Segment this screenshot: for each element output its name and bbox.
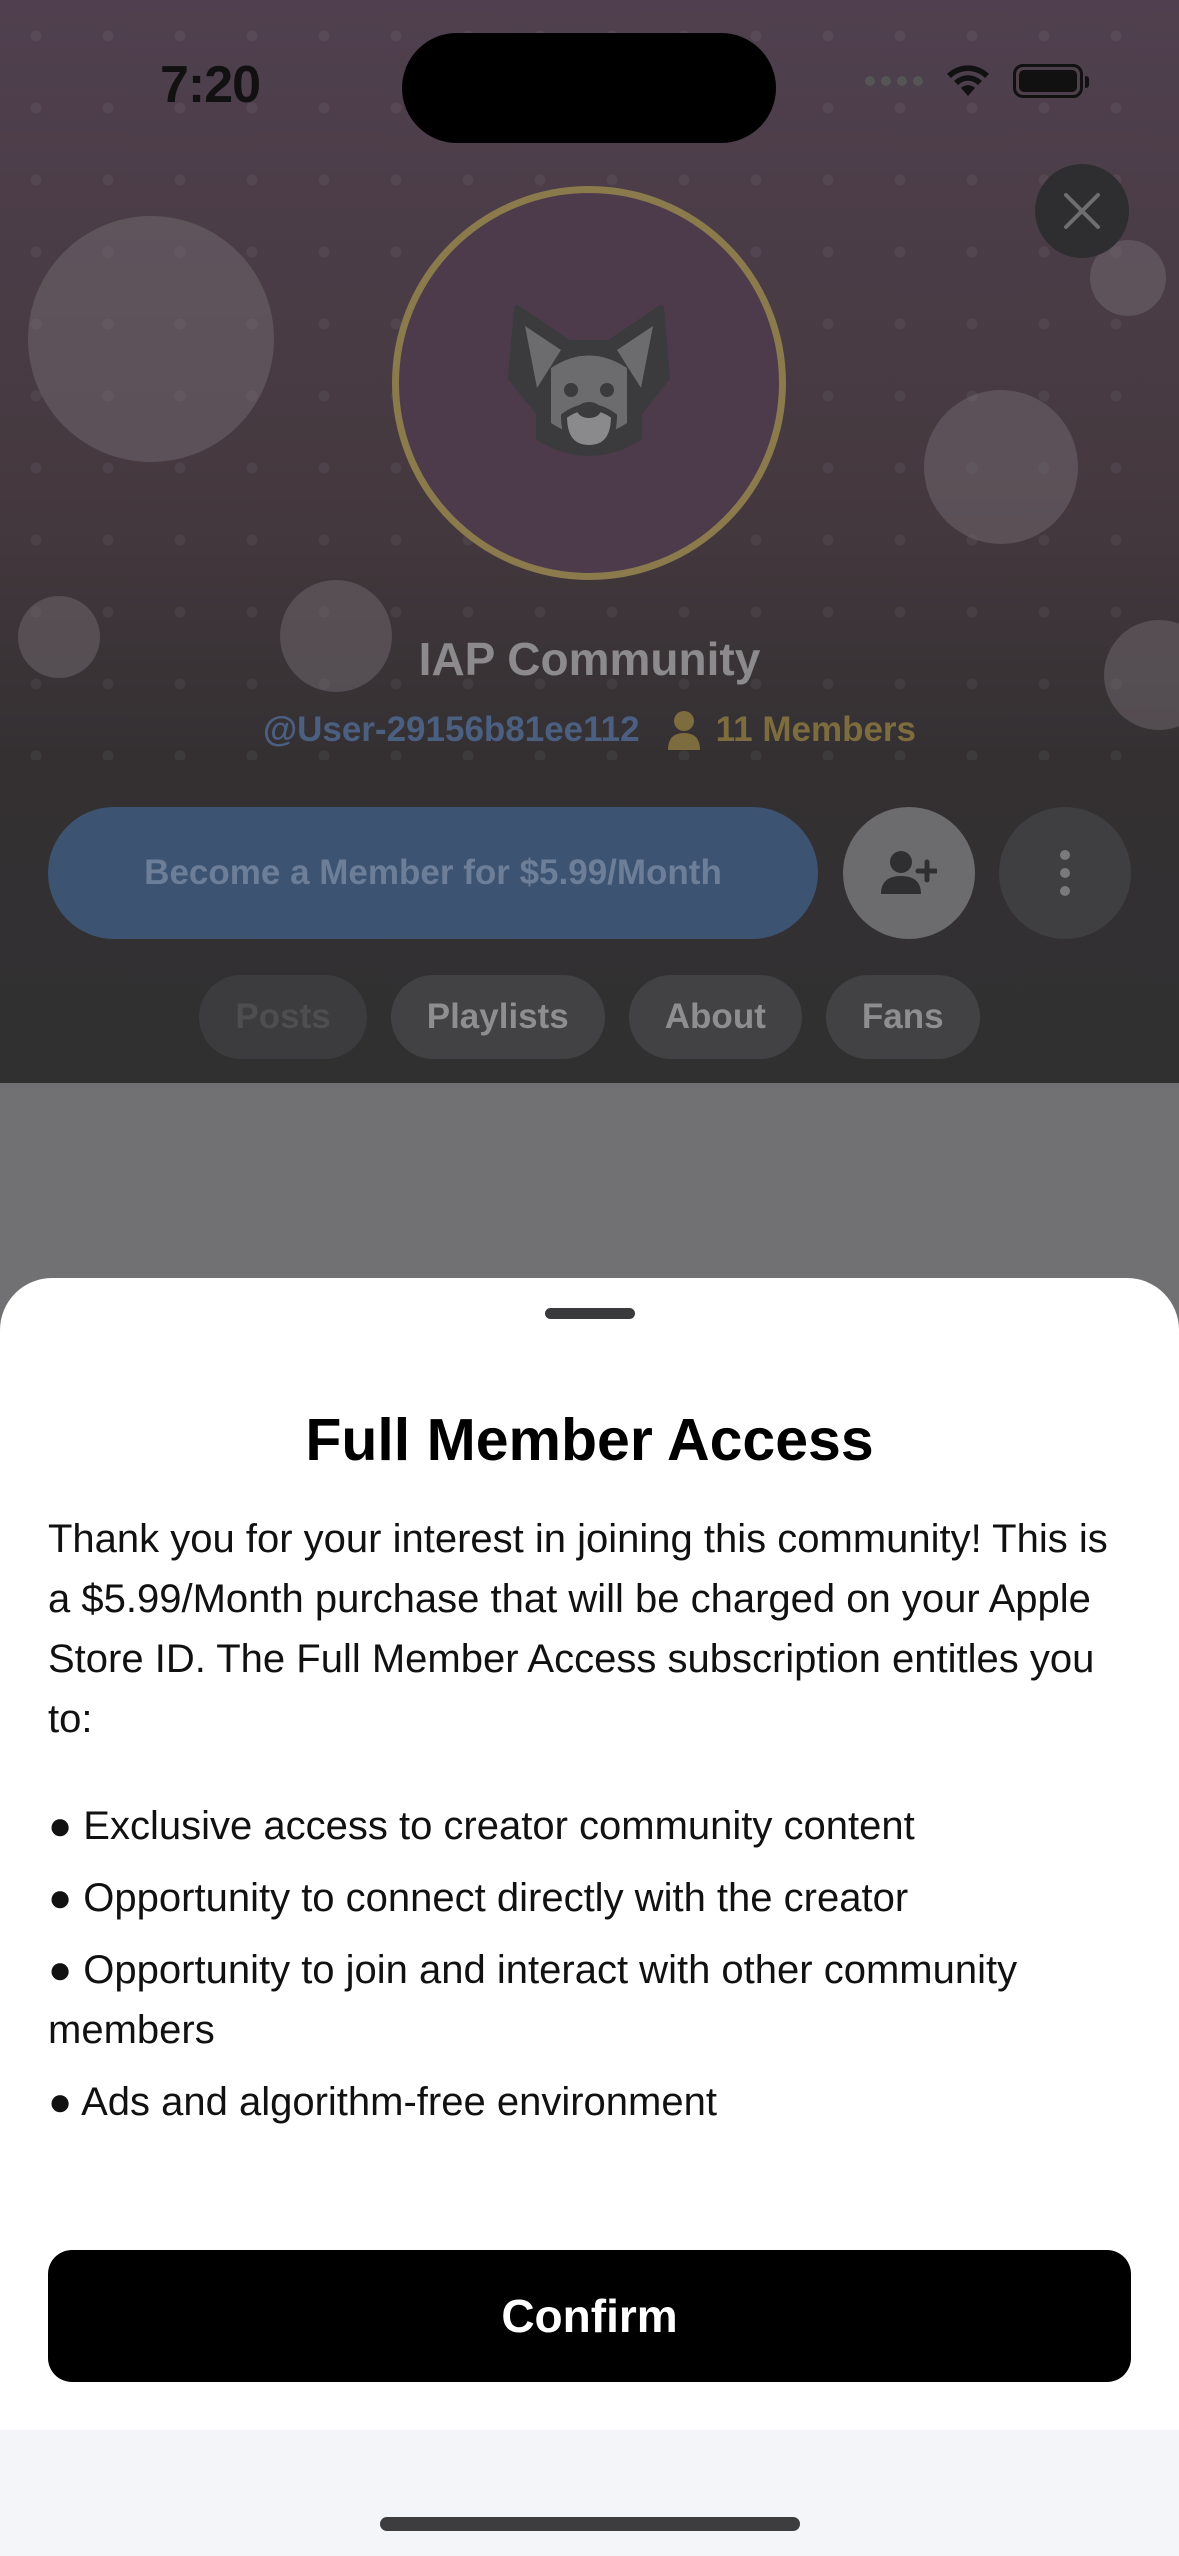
list-item: ● Opportunity to join and interact with … bbox=[48, 1940, 1138, 2060]
add-friend-button[interactable] bbox=[843, 807, 975, 939]
more-vertical-icon bbox=[1060, 850, 1070, 896]
dog-icon bbox=[508, 305, 670, 456]
person-icon bbox=[667, 711, 700, 750]
screen: 7:20 IAP Community @User-29156b81ee112 1… bbox=[0, 0, 1179, 2556]
wifi-icon bbox=[947, 65, 989, 96]
tab-fans[interactable]: Fans bbox=[825, 975, 980, 1059]
tab-playlists[interactable]: Playlists bbox=[390, 975, 605, 1059]
close-button[interactable] bbox=[1035, 164, 1129, 258]
community-header: 7:20 IAP Community @User-29156b81ee112 1… bbox=[0, 0, 1179, 1083]
sheet-description: Thank you for your interest in joining t… bbox=[48, 1517, 1108, 1741]
bullet-glyph: ● bbox=[48, 1804, 73, 1848]
home-indicator[interactable] bbox=[380, 2517, 800, 2531]
community-name: IAP Community bbox=[418, 633, 761, 685]
benefits-list: ● Exclusive access to creator community … bbox=[48, 1796, 1138, 2144]
membership-sheet: Full Member Access Thank you for your in… bbox=[0, 1278, 1179, 2556]
list-item: ● Exclusive access to creator community … bbox=[48, 1796, 1138, 1856]
bullet-glyph: ● bbox=[48, 1876, 73, 1920]
sheet-title: Full Member Access bbox=[305, 1407, 874, 1473]
add-user-icon bbox=[881, 851, 937, 894]
creator-username-link[interactable]: @User-29156b81ee112 bbox=[263, 710, 640, 750]
decor-bubble bbox=[28, 216, 274, 462]
bullet-glyph: ● bbox=[48, 1948, 73, 1992]
benefit-text: Opportunity to join and interact with ot… bbox=[48, 1948, 1018, 2052]
benefit-text: Exclusive access to creator community co… bbox=[83, 1804, 915, 1848]
community-meta: @User-29156b81ee112 11 Members bbox=[0, 710, 1179, 750]
decor-bubble bbox=[924, 390, 1078, 544]
signal-icon bbox=[865, 76, 923, 86]
list-item: ● Ads and algorithm-free environment bbox=[48, 2072, 1138, 2132]
tab-posts[interactable]: Posts bbox=[199, 975, 367, 1059]
members-count[interactable]: 11 Members bbox=[666, 710, 916, 750]
bullet-glyph: ● bbox=[48, 2080, 73, 2124]
community-tabs: Posts Playlists About Fans bbox=[0, 975, 1179, 1059]
list-item: ● Opportunity to connect directly with t… bbox=[48, 1868, 1138, 1928]
confirm-button[interactable]: Confirm bbox=[48, 2250, 1131, 2382]
more-options-button[interactable] bbox=[999, 807, 1131, 939]
become-member-button[interactable]: Become a Member for $5.99/Month bbox=[48, 807, 818, 939]
status-icons bbox=[865, 64, 1089, 98]
benefit-text: Ads and algorithm-free environment bbox=[81, 2080, 717, 2124]
close-icon bbox=[1064, 193, 1100, 229]
members-label: 11 Members bbox=[715, 710, 917, 749]
battery-icon bbox=[1013, 64, 1089, 98]
community-avatar bbox=[392, 186, 786, 580]
sheet-grabber[interactable] bbox=[545, 1308, 635, 1319]
dynamic-island bbox=[402, 33, 776, 143]
benefit-text: Opportunity to connect directly with the… bbox=[83, 1876, 909, 1920]
sheet-footer bbox=[0, 2430, 1179, 2556]
tab-about[interactable]: About bbox=[628, 975, 802, 1059]
status-time: 7:20 bbox=[160, 56, 261, 114]
